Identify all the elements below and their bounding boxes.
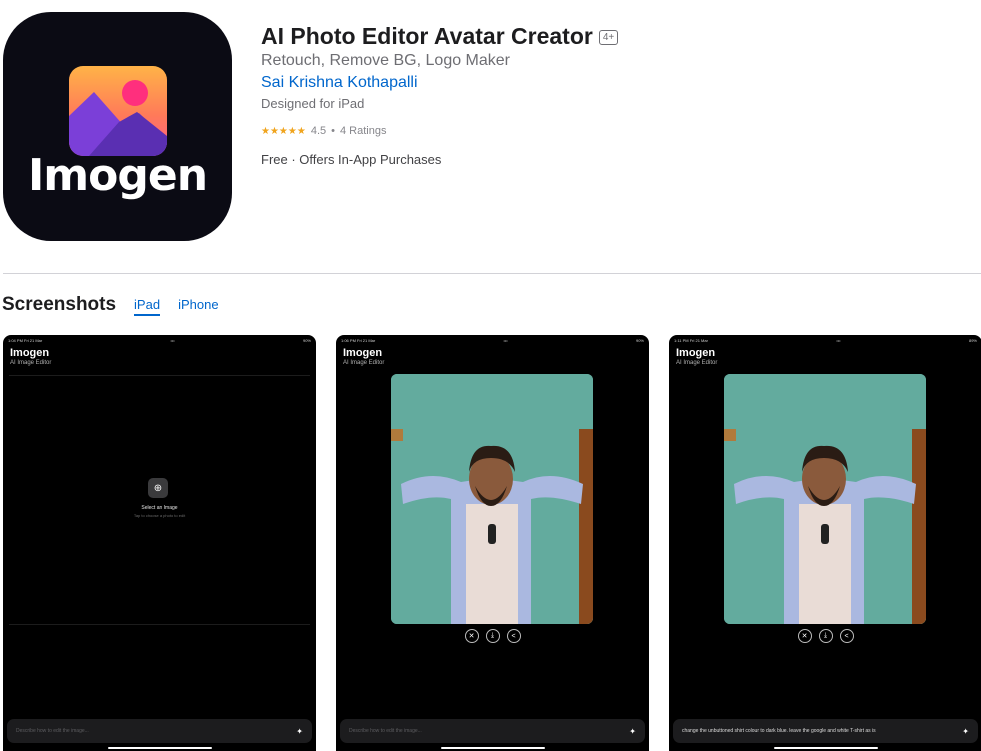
add-image-icon: ⊕ <box>148 478 168 498</box>
screenshots-header: Screenshots iPad iPhone <box>2 294 219 316</box>
shot-app-name: Imogen <box>343 347 383 359</box>
screenshot-2[interactable]: 1:06 PM Fri 21 Mar ••• 90% Imogen AI Ima… <box>336 335 649 751</box>
prompt-bar: Describe how to edit the image... ✦ <box>7 719 312 743</box>
tab-ipad[interactable]: iPad <box>134 297 161 316</box>
screenshot-3[interactable]: 1:11 PM Fri 21 Mar ••• 89% Imogen AI Ima… <box>669 335 981 751</box>
status-time: 1:04 PM Fri 21 Mar <box>8 338 43 343</box>
person-photo <box>391 374 593 624</box>
sparkle-icon: ✦ <box>962 726 969 736</box>
shot-app-tagline: AI Image Editor <box>676 360 718 366</box>
select-image-title: Select an Image <box>141 505 178 511</box>
battery-level: 90% <box>302 338 311 343</box>
image-actions: ✕ ⤓ < <box>336 629 649 643</box>
app-icon: Imogen <box>3 12 232 241</box>
rating-stars-icon: ★★★★★ <box>261 125 306 137</box>
status-bar: 1:11 PM Fri 21 Mar ••• 89% <box>674 338 977 343</box>
section-divider <box>3 273 981 274</box>
shot-app-name: Imogen <box>10 347 50 359</box>
prompt-text: Describe how to edit the image... <box>16 728 89 734</box>
download-icon[interactable]: ⤓ <box>818 629 833 643</box>
device-tabs: iPad iPhone <box>134 297 219 316</box>
home-indicator <box>441 747 545 749</box>
gallery-logo-icon <box>69 66 167 156</box>
status-dots: ••• <box>836 338 841 343</box>
image-placeholder <box>9 375 310 625</box>
price-label: Free · Offers In-App Purchases <box>261 152 442 167</box>
status-bar: 1:06 PM Fri 21 Mar ••• 90% <box>341 338 644 343</box>
close-icon[interactable]: ✕ <box>464 629 479 643</box>
status-dots: ••• <box>503 338 508 343</box>
rating-count: 4 Ratings <box>339 125 387 137</box>
status-time: 1:11 PM Fri 21 Mar <box>674 338 708 343</box>
share-icon[interactable]: < <box>839 629 854 643</box>
screenshots-title: Screenshots <box>2 294 117 315</box>
tab-iphone[interactable]: iPhone <box>178 297 218 316</box>
app-icon-wordmark: Imogen <box>27 150 208 201</box>
shot-app-tagline: AI Image Editor <box>10 360 52 366</box>
sparkle-icon: ✦ <box>296 726 303 736</box>
prompt-bar: change the unbuttoned shirt colour to da… <box>673 719 978 743</box>
status-bar: 1:04 PM Fri 21 Mar ••• 90% <box>8 338 311 343</box>
home-indicator <box>108 747 212 749</box>
rating-score: 4.5 <box>310 125 327 137</box>
app-header: AI Photo Editor Avatar Creator 4+ Retouc… <box>261 22 961 167</box>
person-photo <box>724 374 926 624</box>
status-time: 1:06 PM Fri 21 Mar <box>341 338 376 343</box>
status-dots: ••• <box>170 338 175 343</box>
shot-app-name: Imogen <box>676 347 716 359</box>
shot-app-tagline: AI Image Editor <box>343 360 385 366</box>
battery-level: 90% <box>635 338 644 343</box>
screenshot-1[interactable]: 1:04 PM Fri 21 Mar ••• 90% Imogen AI Ima… <box>3 335 316 751</box>
close-icon[interactable]: ✕ <box>797 629 812 643</box>
download-icon[interactable]: ⤓ <box>485 629 500 643</box>
rating-separator: • <box>331 125 335 137</box>
age-rating-badge: 4+ <box>598 29 619 45</box>
rating-summary: ★★★★★ 4.5 • 4 Ratings <box>261 125 961 137</box>
app-title: AI Photo Editor Avatar Creator <box>261 22 593 49</box>
developer-link[interactable]: Sai Krishna Kothapalli <box>261 74 418 92</box>
select-image-hint: Tap to choose a photo to edit <box>133 513 186 518</box>
prompt-text: change the unbuttoned shirt colour to da… <box>682 728 876 734</box>
app-subtitle: Retouch, Remove BG, Logo Maker <box>261 52 511 69</box>
prompt-bar: Describe how to edit the image... ✦ <box>340 719 645 743</box>
home-indicator <box>774 747 878 749</box>
battery-level: 89% <box>968 338 977 343</box>
image-actions: ✕ ⤓ < <box>669 629 981 643</box>
prompt-text: Describe how to edit the image... <box>349 728 422 734</box>
share-icon[interactable]: < <box>506 629 521 643</box>
sparkle-icon: ✦ <box>629 726 636 736</box>
designed-for-label: Designed for iPad <box>261 96 365 111</box>
